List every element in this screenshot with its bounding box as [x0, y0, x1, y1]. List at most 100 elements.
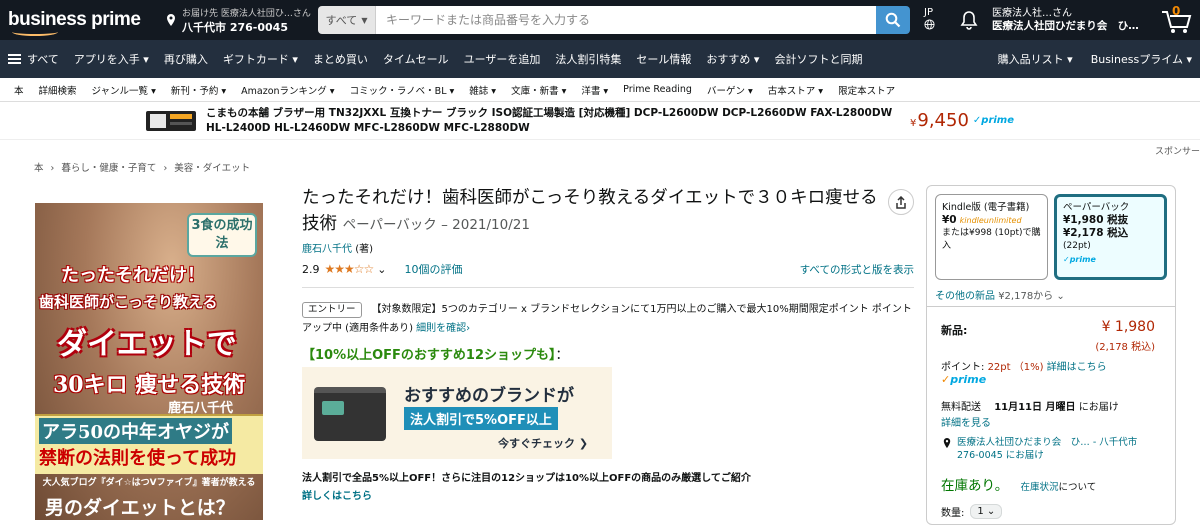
delivery-details-link[interactable]: 詳細を見る — [941, 414, 991, 429]
sponsor-label[interactable]: スポンサー — [1155, 144, 1200, 157]
nav-item-sale-info[interactable]: セール情報 — [636, 51, 691, 67]
subnav-books[interactable]: 本 — [14, 83, 24, 97]
kindle-unlimited-logo: kindleunlimited — [959, 216, 1022, 225]
cover-text-line5: アラ50の中年オヤジが — [39, 418, 233, 444]
promo-terms-link[interactable]: 細則を確認› — [416, 323, 470, 334]
subnav-prime-reading[interactable]: Prime Reading — [623, 84, 692, 95]
location-pin-icon — [943, 438, 951, 448]
nav-right: 購入品リスト ▾ Businessプライム ▾ — [980, 51, 1192, 67]
paperback-price-in-tax: ¥2,178 税込 — [1063, 227, 1129, 239]
nav-item-add-user[interactable]: ユーザーを追加 — [464, 51, 541, 67]
shops-heading-text: 【10%以上OFFのおすすめ12ショップも】 — [302, 348, 556, 363]
account-menu[interactable]: 医療法人社…さん 医療法人社団ひだまり会 ひ… — [992, 7, 1142, 33]
toner-product-image[interactable] — [144, 105, 198, 137]
check-icon: ✓ — [941, 373, 951, 386]
subnav-foreign-books[interactable]: 洋書 ▾ — [581, 83, 608, 97]
subnav-advanced-search[interactable]: 詳細検索 — [39, 83, 77, 97]
nav-all-label: すべて — [27, 53, 59, 66]
nav-item-recommended[interactable]: おすすめ ▾ — [706, 51, 759, 67]
entry-tag[interactable]: エントリー — [302, 302, 362, 318]
paperback-format-name: ペーパーバック — [1063, 202, 1130, 213]
other-new-price: ¥2,178から ⌄ — [998, 291, 1065, 302]
banner-heading: おすすめのブランドが — [404, 386, 574, 406]
breadcrumb-beauty-diet[interactable]: 美容・ダイエット — [174, 163, 250, 174]
ad-product-title[interactable]: こまもの本舗 ブラザー用 TN32JXXL 互換トナー ブラック ISO認証工場… — [206, 106, 896, 136]
logo-smile — [12, 28, 58, 36]
delivery-address[interactable]: 医療法人社団ひだまり会 ひ… - 八千代市 276-0045 にお届け — [941, 436, 1157, 462]
quantity-dropdown[interactable]: 1 ⌄ — [970, 504, 1003, 519]
nav-item-get-app[interactable]: アプリを入手 ▾ — [74, 51, 149, 67]
points-details-link[interactable]: 詳細はこちら — [1047, 362, 1107, 373]
breadcrumb: 本 › 暮らし・健康・子育て › 美容・ダイエット — [34, 160, 254, 174]
account-line1: 医療法人社…さん — [992, 8, 1072, 19]
nav-item-buy-again[interactable]: 再び購入 — [164, 51, 208, 67]
deliver-line2: 八千代市 276-0045 — [182, 20, 288, 34]
promo-text: 【対象数限定】5つのカテゴリー x ブランドセレクションにて1万円以上のご購入で… — [302, 304, 912, 334]
nav-item-bulk[interactable]: まとめ買い — [313, 51, 368, 67]
search-input[interactable] — [376, 6, 876, 34]
product-details: たったそれだけ！歯科医師がこっそり教えるダイエットで３０キロ痩せる技術 ペーパー… — [302, 185, 914, 502]
sub-nav: 本 詳細検索 ジャンル一覧 ▾ 新刊・予約 ▾ Amazonランキング ▾ コミ… — [0, 78, 1200, 102]
bell-icon[interactable] — [958, 9, 980, 31]
brand-banner[interactable]: おすすめのブランドが 法人割引で5%OFF以上 今すぐチェック ❯ — [302, 367, 612, 459]
subnav-ranking[interactable]: Amazonランキング ▾ — [241, 83, 334, 97]
other-new-offers[interactable]: その他の新品 ¥2,178から ⌄ — [935, 287, 1065, 302]
subnav-genre-list[interactable]: ジャンル一覧 ▾ — [92, 83, 156, 97]
prime-logo: prime — [950, 373, 987, 386]
book-cover-image[interactable]: 3食の成功法 たったそれだけ！ 歯科医師がこっそり教える ダイエットで 30キロ… — [35, 203, 263, 520]
nav-item-business-prime[interactable]: Businessプライム ▾ — [1091, 51, 1192, 67]
stock-status-tail: について — [1058, 482, 1097, 493]
paperback-points: (22pt) — [1063, 241, 1091, 251]
details-link[interactable]: 詳しくはこちら — [302, 487, 914, 502]
points-value: 22pt （1%) — [987, 362, 1044, 373]
format-card-paperback[interactable]: ペーパーバック ¥1,980 税抜 ¥2,178 税込 (22pt) ✓prim… — [1054, 194, 1167, 280]
author-link[interactable]: 鹿石八千代 — [302, 244, 352, 255]
nav-item-business-discount[interactable]: 法人割引特集 — [555, 51, 621, 67]
author-role: (著) — [355, 244, 373, 255]
subnav-new-releases[interactable]: 新刊・予約 ▾ — [171, 83, 226, 97]
nav-item-gift-card[interactable]: ギフトカード ▾ — [223, 51, 298, 67]
breadcrumb-lifestyle[interactable]: 暮らし・健康・子育て — [61, 163, 156, 174]
nav-item-accounting-sync[interactable]: 会計ソフトと同期 — [774, 51, 862, 67]
language-selector[interactable]: JP — [924, 7, 950, 34]
star-rating-icon[interactable]: ★★★☆☆ — [325, 262, 375, 276]
logo[interactable]: business prime — [8, 9, 158, 36]
cover-text-line4: 30キロ 痩せる技術 — [53, 372, 246, 398]
cover-text-line6: 禁断の法則を使って成功 — [39, 448, 237, 469]
subnav-comics[interactable]: コミック・ラノベ・BL ▾ — [350, 83, 455, 97]
in-stock-label: 在庫あり。 — [941, 478, 1009, 494]
breadcrumb-books[interactable]: 本 — [34, 163, 44, 174]
all-formats-link[interactable]: すべての形式と版を表示 — [800, 262, 914, 277]
nav-item-time-sale[interactable]: タイムセール — [383, 51, 449, 67]
quantity-label: 数量: — [941, 508, 965, 519]
chevron-down-icon[interactable]: ⌄ — [377, 263, 386, 276]
cover-text-line2: 歯科医師がこっそり教える — [39, 293, 218, 311]
deliver-to[interactable]: お届け先 医療法人社団ひ…さん 八千代市 276-0045 — [164, 6, 312, 35]
nav-item-purchase-list[interactable]: 購入品リスト ▾ — [998, 51, 1073, 67]
rating-line: 2.9 ★★★☆☆ ⌄ 10個の評価 すべての形式と版を表示 — [302, 261, 914, 277]
sponsored-ad[interactable]: こまもの本舗 ブラザー用 TN32JXXL 互換トナー ブラック ISO認証工場… — [0, 102, 1200, 157]
kindle-price: ¥0 — [942, 214, 957, 226]
divider — [927, 306, 1175, 307]
cart-button[interactable]: 0 — [1160, 4, 1194, 36]
share-button[interactable] — [888, 189, 914, 215]
cover-text-line7: 大人気ブログ『ダイ☆はつVファイブ』著者が教える — [42, 478, 256, 488]
hamburger-icon — [8, 54, 21, 64]
product-title: たったそれだけ！歯科医師がこっそり教えるダイエットで３０キロ痩せる技術 ペーパー… — [302, 185, 892, 238]
banner-cta[interactable]: 今すぐチェック ❯ — [498, 435, 588, 451]
subnav-bargain[interactable]: バーゲン ▾ — [707, 83, 753, 97]
logo-text: business prime — [8, 9, 141, 30]
subnav-magazines[interactable]: 雑誌 ▾ — [469, 83, 496, 97]
rating-count-link[interactable]: 10個の評価 — [405, 261, 463, 277]
subnav-bunko[interactable]: 文庫・新書 ▾ — [511, 83, 566, 97]
format-card-kindle[interactable]: Kindle版 (電子書籍) ¥0 kindleunlimited または¥99… — [935, 194, 1048, 280]
stock-status-link[interactable]: 在庫状況 — [1021, 482, 1059, 493]
delivery-date: 11月11日 月曜日 — [994, 402, 1076, 413]
business-discount-text: 法人割引で全品5%以上OFF！さらに注目の12ショップは10%以上OFFの商品の… — [302, 473, 751, 484]
breadcrumb-separator: › — [50, 163, 55, 174]
subnav-limited-store[interactable]: 限定本ストア — [838, 83, 895, 97]
subnav-used-books[interactable]: 古本ストア ▾ — [768, 83, 823, 97]
nav-all-menu[interactable]: すべて — [8, 51, 59, 67]
search-category-dropdown[interactable]: すべて ▼ — [318, 6, 376, 34]
search-button[interactable] — [876, 6, 910, 34]
